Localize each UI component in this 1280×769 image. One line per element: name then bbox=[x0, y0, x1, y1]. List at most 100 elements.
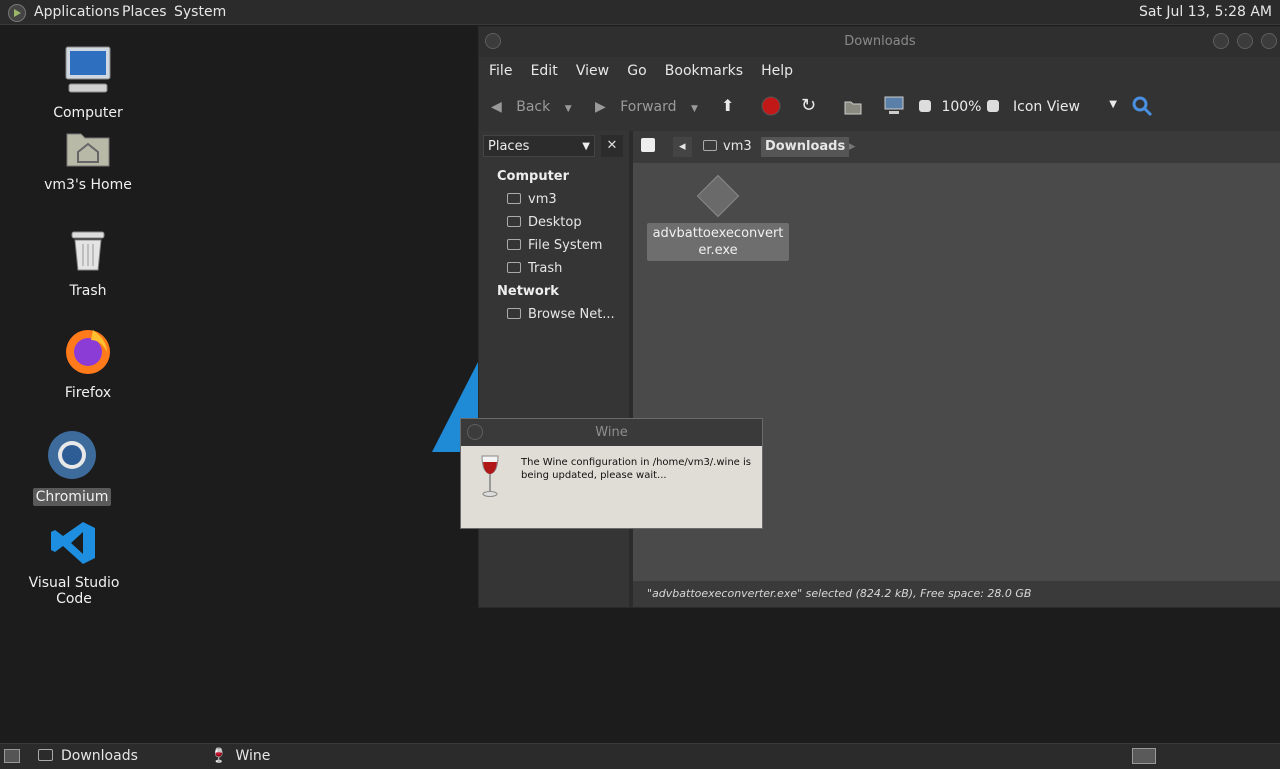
menu-go[interactable]: Go bbox=[627, 57, 646, 85]
chevron-down-icon: ▼ bbox=[691, 104, 698, 114]
chevron-down-icon: ▼ bbox=[1109, 99, 1117, 110]
window-title: Downloads bbox=[844, 34, 916, 49]
path-scroll-left-button[interactable]: ◂ bbox=[673, 137, 692, 157]
reload-icon[interactable]: ↻ bbox=[801, 95, 816, 116]
status-bar: "advbattoexeconverter.exe" selected (824… bbox=[633, 581, 1280, 607]
menu-view[interactable]: View bbox=[576, 57, 609, 85]
trash-icon bbox=[71, 231, 105, 271]
zoom-out-icon bbox=[919, 100, 931, 112]
computer-small-icon[interactable] bbox=[883, 95, 905, 119]
places-sidebar: Places ▼ ✕ Computer vm3 Desktop File Sys… bbox=[479, 131, 633, 607]
close-button[interactable] bbox=[1261, 33, 1277, 49]
back-label: Back bbox=[516, 99, 551, 115]
sidebar-item-label: File System bbox=[528, 238, 603, 253]
sidebar-item-vm3[interactable]: vm3 bbox=[507, 192, 557, 207]
wine-dialog: Wine The Wine configuration in /home/vm3… bbox=[460, 418, 763, 529]
stop-icon[interactable] bbox=[761, 96, 781, 120]
desktop-icon-label: Trash bbox=[69, 283, 107, 299]
places-selector-label: Places bbox=[488, 139, 530, 154]
desktop-icon-label: Firefox bbox=[64, 385, 112, 401]
back-button[interactable]: ◀ Back ▼ bbox=[491, 99, 572, 115]
desktop-icon-computer[interactable]: Computer bbox=[28, 44, 148, 122]
wine-dialog-title: Wine bbox=[595, 425, 628, 440]
desktop-icon-home[interactable]: vm3's Home bbox=[28, 128, 148, 194]
sidebar-section-network: Network bbox=[497, 284, 559, 299]
location-bar: ◂ vm3 Downloads ▸ bbox=[633, 131, 1280, 163]
wine-dialog-message: The Wine configuration in /home/vm3/.win… bbox=[521, 457, 751, 481]
places-menu[interactable]: Places bbox=[122, 0, 167, 24]
executable-file-icon bbox=[696, 174, 740, 218]
desktop-folder-icon bbox=[507, 216, 521, 227]
search-icon[interactable] bbox=[1131, 95, 1153, 121]
desktop-icon-vscode[interactable]: Visual Studio Code bbox=[14, 520, 134, 608]
chevron-right-icon: ▸ bbox=[849, 139, 856, 154]
window-titlebar[interactable]: Downloads bbox=[479, 27, 1280, 57]
desktop-icon-label: Computer bbox=[53, 105, 123, 121]
file-view[interactable]: ◂ vm3 Downloads ▸ advbattoexeconverter.e… bbox=[633, 131, 1280, 607]
chevron-down-icon: ▼ bbox=[582, 141, 590, 152]
zoom-level: 100% bbox=[941, 99, 982, 115]
sidebar-item-label: Browse Net... bbox=[528, 307, 615, 322]
sidebar-item-browse-network[interactable]: Browse Net... bbox=[507, 307, 615, 322]
edit-location-icon[interactable] bbox=[641, 137, 655, 157]
menu-help[interactable]: Help bbox=[761, 57, 793, 85]
system-menu[interactable]: System bbox=[174, 0, 226, 24]
close-icon: ✕ bbox=[606, 138, 618, 153]
file-name: advbattoexeconverter.exe bbox=[647, 223, 789, 261]
menu-edit[interactable]: Edit bbox=[531, 57, 558, 85]
menubar: File Edit View Go Bookmarks Help bbox=[479, 57, 1280, 85]
maximize-button[interactable] bbox=[1237, 33, 1253, 49]
sidebar-item-trash[interactable]: Trash bbox=[507, 261, 562, 276]
taskbar-item-downloads[interactable]: Downloads bbox=[38, 744, 138, 769]
gnome-foot-icon[interactable] bbox=[8, 4, 26, 22]
zoom-in-icon[interactable] bbox=[987, 99, 999, 115]
network-icon bbox=[507, 308, 521, 319]
desktop-icon-chromium[interactable]: Chromium bbox=[12, 430, 132, 506]
sidebar-item-file-system[interactable]: File System bbox=[507, 238, 602, 253]
computer-icon bbox=[65, 46, 111, 93]
show-desktop-icon[interactable] bbox=[4, 749, 20, 763]
desktop-icon-label: vm3's Home bbox=[44, 177, 132, 193]
clock[interactable]: Sat Jul 13, 5:28 AM bbox=[1139, 0, 1272, 24]
menu-file[interactable]: File bbox=[489, 57, 512, 85]
minimize-button[interactable] bbox=[1213, 33, 1229, 49]
sidebar-item-label: Desktop bbox=[528, 215, 582, 230]
sidebar-item-desktop[interactable]: Desktop bbox=[507, 215, 582, 230]
menu-bookmarks[interactable]: Bookmarks bbox=[665, 57, 743, 85]
taskbar-item-wine[interactable]: 🍷 Wine bbox=[210, 744, 270, 769]
window-menu-button[interactable] bbox=[467, 424, 483, 440]
window-menu-button[interactable] bbox=[485, 33, 501, 49]
firefox-icon bbox=[66, 330, 110, 374]
breadcrumb-vm3[interactable]: vm3 bbox=[703, 137, 752, 157]
chromium-icon bbox=[48, 431, 96, 479]
desktop-icon-trash[interactable]: Trash bbox=[28, 228, 148, 300]
desktop-icon-label: Chromium bbox=[32, 488, 112, 506]
top-panel: Applications Places System Sat Jul 13, 5… bbox=[0, 0, 1280, 25]
arrow-right-icon: ▶ bbox=[595, 99, 606, 115]
wine-dialog-titlebar[interactable]: Wine bbox=[461, 419, 762, 446]
path-scroll-right-button[interactable]: ▸ bbox=[849, 137, 856, 157]
forward-button[interactable]: ▶ Forward ▼ bbox=[595, 99, 698, 115]
taskbar-item-label: Wine bbox=[235, 748, 271, 764]
desktop-icon-firefox[interactable]: Firefox bbox=[28, 326, 148, 402]
vscode-icon bbox=[51, 522, 95, 564]
chevron-left-icon: ◂ bbox=[679, 139, 686, 154]
breadcrumb-downloads[interactable]: Downloads bbox=[761, 137, 850, 157]
drive-icon bbox=[507, 239, 521, 250]
zoom-out-button[interactable]: 100% bbox=[919, 99, 981, 115]
up-arrow-icon[interactable]: ⬆ bbox=[721, 96, 734, 115]
close-sidebar-button[interactable]: ✕ bbox=[601, 135, 623, 157]
home-folder-icon bbox=[66, 133, 110, 167]
file-item[interactable]: advbattoexeconverter.exe bbox=[647, 171, 789, 261]
places-selector[interactable]: Places ▼ bbox=[483, 135, 595, 157]
home-folder-icon bbox=[507, 193, 521, 204]
home-icon[interactable] bbox=[843, 96, 863, 120]
workspace-switcher[interactable] bbox=[1132, 748, 1156, 764]
view-mode-label: Icon View bbox=[1013, 99, 1080, 115]
view-mode-select[interactable]: Icon View ▼ bbox=[1013, 99, 1117, 115]
desktop-icon-label: Visual Studio Code bbox=[28, 575, 120, 607]
home-folder-icon bbox=[703, 140, 717, 151]
wine-glass-icon bbox=[481, 455, 499, 497]
applications-menu[interactable]: Applications bbox=[34, 0, 120, 24]
wine-glass-icon: 🍷 bbox=[210, 748, 228, 764]
